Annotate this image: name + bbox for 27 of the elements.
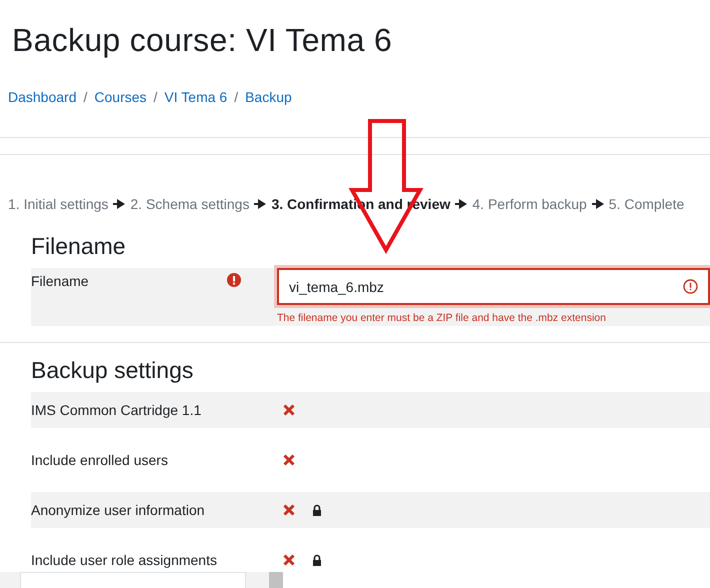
progress-step: 5. Complete	[608, 196, 684, 212]
setting-label: Anonymize user information	[31, 502, 206, 518]
arrow-icon	[254, 199, 266, 209]
scrollbar-thumb[interactable]	[269, 572, 283, 588]
arrow-icon	[455, 199, 468, 209]
arrow-icon	[592, 199, 604, 209]
breadcrumb-link[interactable]: VI Tema 6	[164, 89, 228, 117]
progress-step: 4. Perform backup	[472, 196, 587, 212]
progress-step: 1. Initial settings	[8, 196, 108, 212]
breadcrumb-separator: /	[84, 89, 88, 107]
breadcrumb-link[interactable]: Backup	[245, 89, 292, 117]
filename-field[interactable]: vi_tema_6.mbz	[277, 268, 710, 305]
page-title: Backup course: VI Tema 6	[11, 21, 394, 60]
progress-step: 2. Schema settings	[130, 196, 250, 212]
setting-label: IMS Common Cartridge 1.1	[31, 402, 202, 418]
section-heading: Filename	[31, 232, 127, 261]
breadcrumb-link[interactable]: Dashboard	[8, 89, 76, 117]
breadcrumb-separator: /	[234, 89, 238, 107]
breadcrumb-separator: /	[154, 89, 158, 107]
breadcrumb-link[interactable]: Courses	[94, 89, 147, 117]
section-heading: Backup settings	[31, 356, 194, 385]
setting-label: Include user role assignments	[31, 552, 218, 568]
error-message: The filename you enter must be a ZIP file and have the .mbz extension	[277, 312, 607, 324]
setting-label: Include enrolled users	[31, 452, 169, 468]
arrow-icon	[113, 199, 126, 209]
field-label: Filename	[31, 272, 90, 291]
error-icon	[683, 279, 698, 294]
